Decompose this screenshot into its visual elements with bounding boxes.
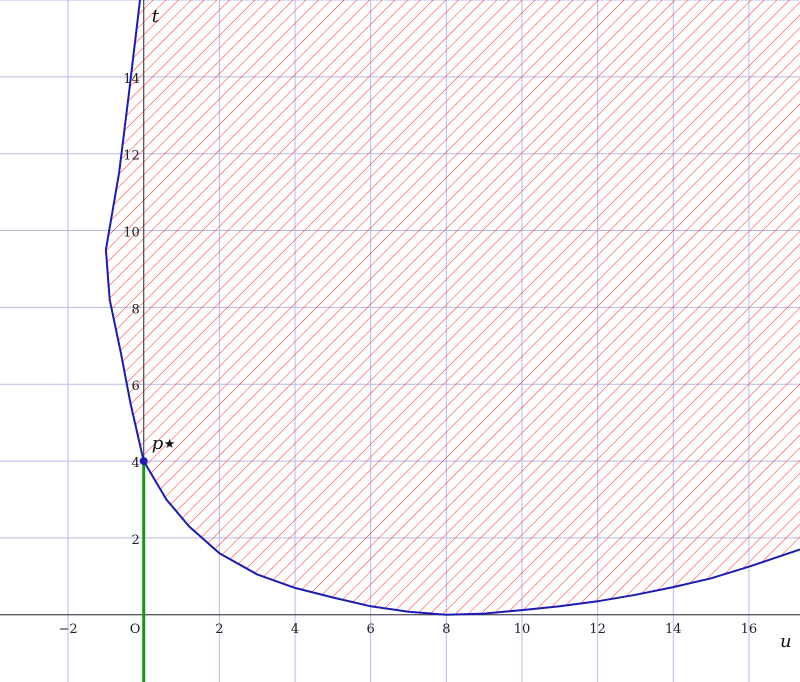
y-tick-label: 8 xyxy=(131,302,139,317)
chart: −2 2 4 6 8 10 12 14 162468101214 p ★ u t O xyxy=(0,0,800,682)
x-tick-label: 14 xyxy=(665,622,682,637)
x-tick-label: 10 xyxy=(514,622,531,637)
y-tick-label: 4 xyxy=(131,456,139,471)
y-tick-label: 10 xyxy=(123,226,140,241)
x-tick-label: 6 xyxy=(367,622,375,637)
x-tick-label: −2 xyxy=(58,622,77,637)
x-tick-label: 12 xyxy=(589,622,606,637)
origin-label: O xyxy=(130,622,141,637)
y-tick-label: 12 xyxy=(123,149,140,164)
point-p-label: p xyxy=(152,433,164,454)
hatched-region xyxy=(105,0,800,615)
x-tick-label: 2 xyxy=(215,622,223,637)
point-p-star: ★ xyxy=(164,437,176,452)
x-tick-label: 16 xyxy=(741,622,758,637)
y-axis-label: t xyxy=(152,6,160,27)
point-p xyxy=(139,457,148,466)
x-axis-label: u xyxy=(780,631,792,652)
x-tick-label: 8 xyxy=(442,622,450,637)
y-tick-label: 6 xyxy=(131,379,139,394)
x-tick-label: 4 xyxy=(291,622,299,637)
y-tick-label: 2 xyxy=(131,533,139,548)
